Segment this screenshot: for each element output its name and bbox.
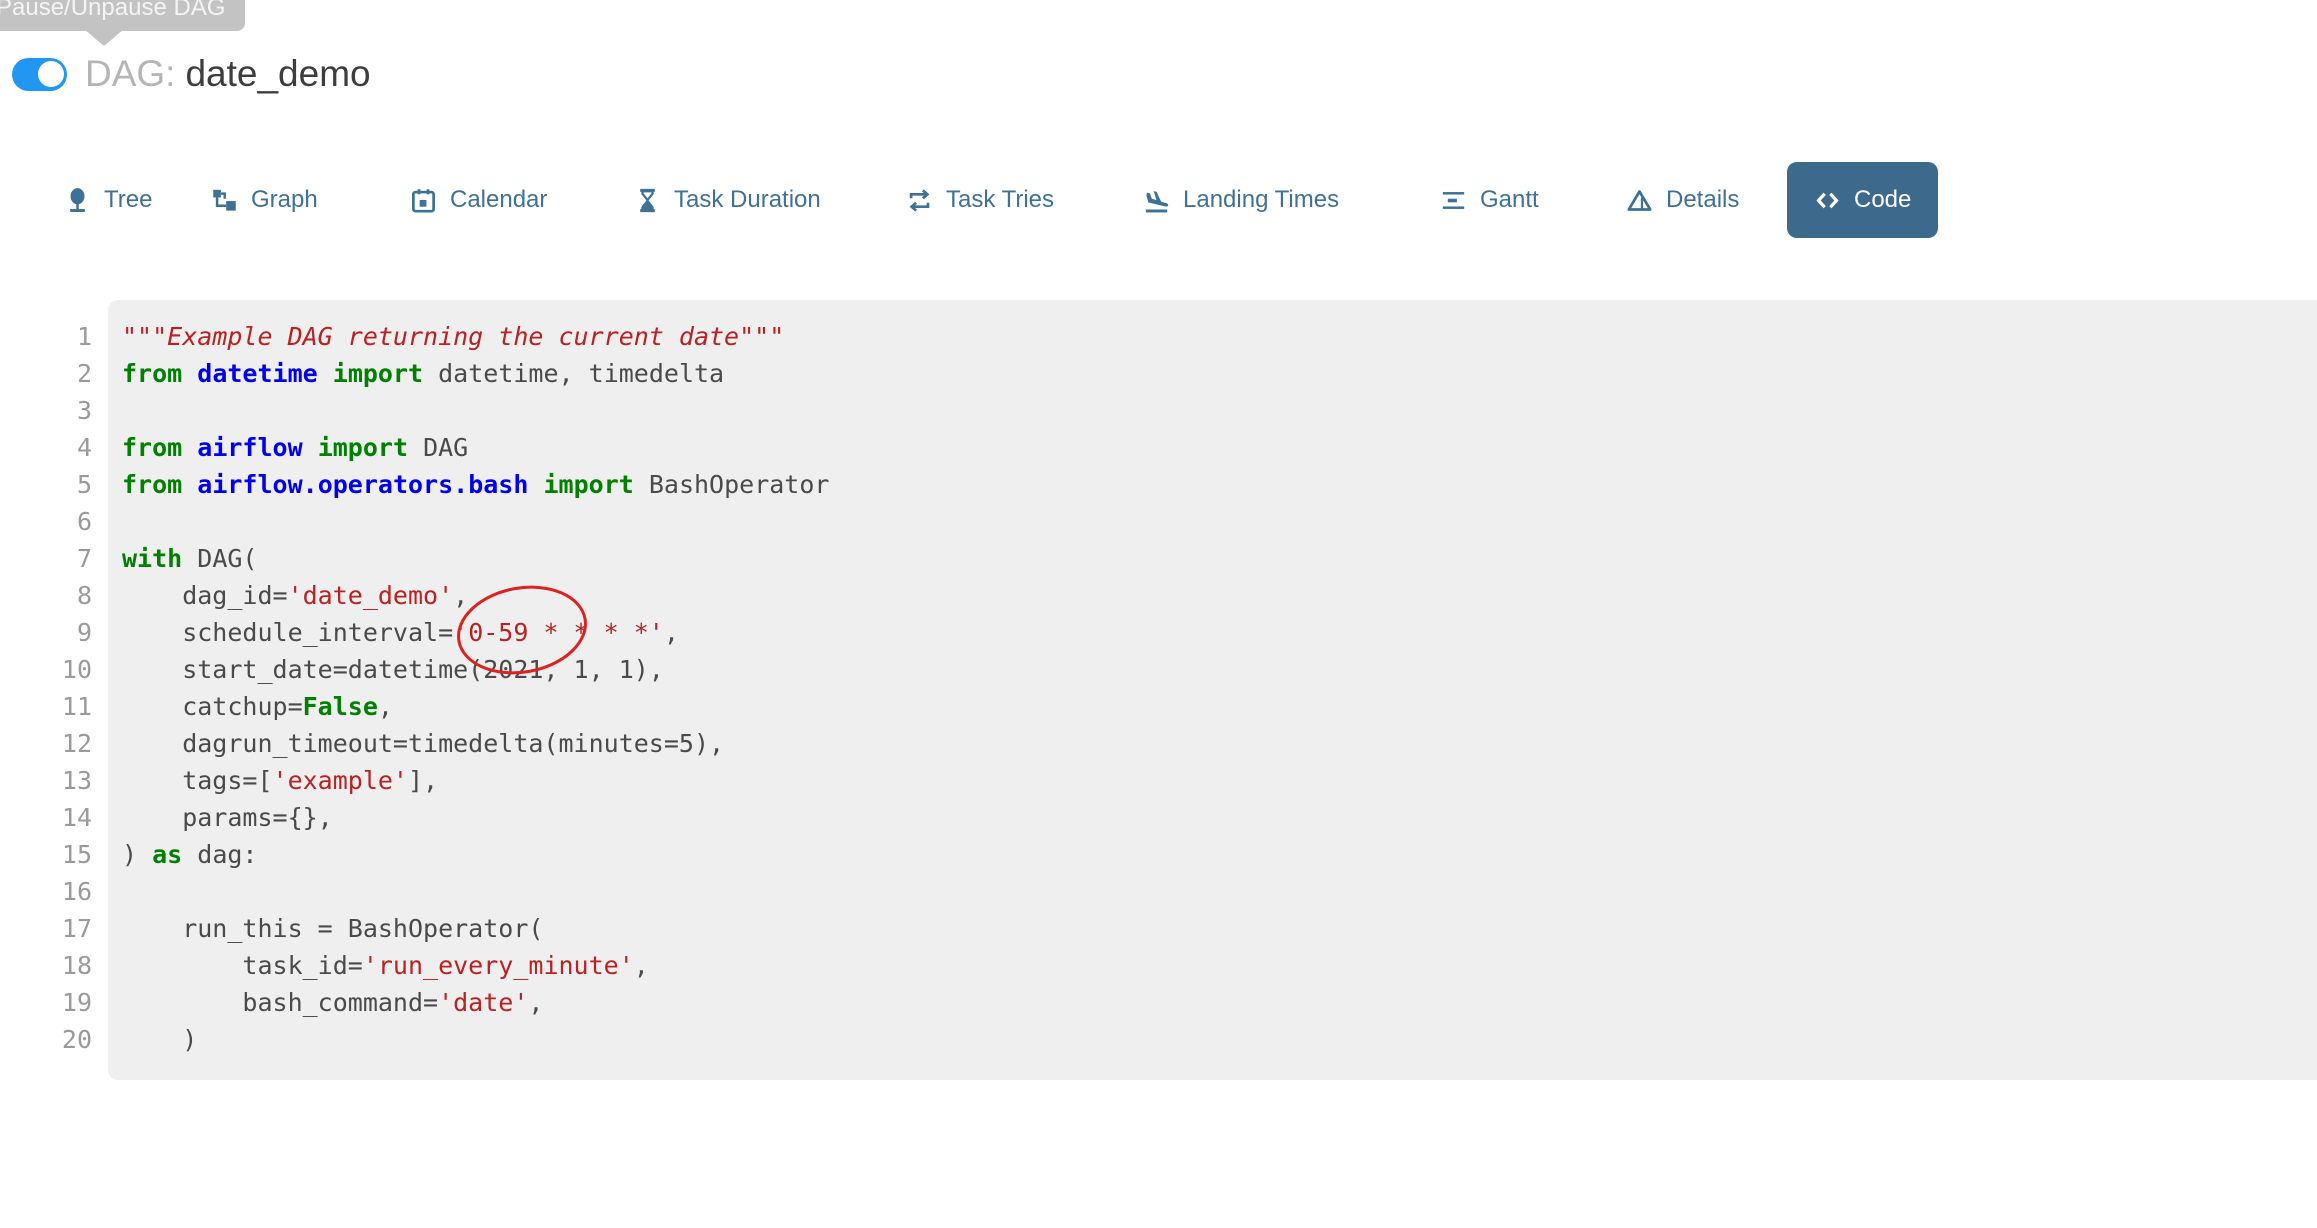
toggle-knob — [38, 61, 64, 87]
graph-icon — [211, 187, 238, 214]
hourglass-icon — [634, 187, 661, 214]
tab-task-tries[interactable]: Task Tries — [906, 186, 1054, 214]
code-line: dag_id='date_demo', — [122, 577, 829, 614]
code-line: dagrun_timeout=timedelta(minutes=5), — [122, 725, 829, 762]
tab-label: Gantt — [1480, 186, 1539, 214]
pause-tooltip: Pause/Unpause DAG — [0, 0, 245, 31]
code-line: tags=['example'], — [122, 762, 829, 799]
tab-label: Task Tries — [946, 186, 1054, 214]
tab-details[interactable]: Details — [1626, 186, 1739, 214]
code-line — [122, 392, 829, 429]
dag-header: DAG:date_demo — [12, 52, 371, 96]
triangle-icon — [1626, 187, 1653, 214]
line-number-gutter: 1234567891011121314151617181920 — [0, 318, 92, 1058]
code-line: from airflow import DAG — [122, 429, 829, 466]
code-line: start_date=datetime(2021, 1, 1), — [122, 651, 829, 688]
code-line — [122, 873, 829, 910]
code-line: bash_command='date', — [122, 984, 829, 1021]
line-number: 10 — [0, 651, 92, 688]
tab-task-duration[interactable]: Task Duration — [634, 186, 821, 214]
line-number: 15 — [0, 836, 92, 873]
tab-label: Task Duration — [674, 186, 821, 214]
tab-graph[interactable]: Graph — [211, 186, 318, 214]
code-line: """Example DAG returning the current dat… — [122, 318, 829, 355]
line-number: 1 — [0, 318, 92, 355]
line-number: 13 — [0, 762, 92, 799]
tree-icon — [64, 187, 91, 214]
line-number: 4 — [0, 429, 92, 466]
tooltip-arrow — [84, 29, 124, 46]
tab-label: Graph — [251, 186, 318, 214]
code-line: ) — [122, 1021, 829, 1058]
line-number: 9 — [0, 614, 92, 651]
line-number: 6 — [0, 503, 92, 540]
tab-code[interactable]: Code — [1787, 162, 1938, 238]
line-number: 11 — [0, 688, 92, 725]
airflow-dag-code-page: Pause/Unpause DAG DAG:date_demo Tree Grap… — [0, 0, 2317, 1228]
pause-unpause-toggle[interactable] — [12, 58, 67, 91]
tab-label: Tree — [104, 186, 152, 214]
line-number: 8 — [0, 577, 92, 614]
line-number: 19 — [0, 984, 92, 1021]
code-line: ) as dag: — [122, 836, 829, 873]
line-number: 3 — [0, 392, 92, 429]
code-line: catchup=False, — [122, 688, 829, 725]
dag-name: date_demo — [185, 53, 370, 94]
dag-label: DAG: — [85, 53, 175, 94]
tab-label: Landing Times — [1183, 186, 1339, 214]
tab-label: Calendar — [450, 186, 547, 214]
line-number: 7 — [0, 540, 92, 577]
line-number: 16 — [0, 873, 92, 910]
code-line: from datetime import datetime, timedelta — [122, 355, 829, 392]
line-number: 12 — [0, 725, 92, 762]
code-line: params={}, — [122, 799, 829, 836]
line-number: 14 — [0, 799, 92, 836]
source-code: """Example DAG returning the current dat… — [122, 318, 829, 1058]
code-brackets-icon — [1814, 187, 1841, 214]
code-line: run_this = BashOperator( — [122, 910, 829, 947]
calendar-icon — [410, 187, 437, 214]
tab-label: Details — [1666, 186, 1739, 214]
tab-label: Code — [1854, 186, 1911, 214]
line-number: 20 — [0, 1021, 92, 1058]
repeat-icon — [906, 187, 933, 214]
tab-calendar[interactable]: Calendar — [410, 186, 547, 214]
plane-landing-icon — [1143, 187, 1170, 214]
code-line: with DAG( — [122, 540, 829, 577]
line-number: 17 — [0, 910, 92, 947]
code-line — [122, 503, 829, 540]
code-line: schedule_interval='0-59 * * * *', — [122, 614, 829, 651]
page-title: DAG:date_demo — [85, 52, 371, 96]
tab-tree[interactable]: Tree — [64, 186, 152, 214]
gantt-bars-icon — [1440, 187, 1467, 214]
line-number: 5 — [0, 466, 92, 503]
code-line: task_id='run_every_minute', — [122, 947, 829, 984]
code-line: from airflow.operators.bash import BashO… — [122, 466, 829, 503]
line-number: 18 — [0, 947, 92, 984]
line-number: 2 — [0, 355, 92, 392]
tab-landing-times[interactable]: Landing Times — [1143, 186, 1339, 214]
tab-gantt[interactable]: Gantt — [1440, 186, 1539, 214]
